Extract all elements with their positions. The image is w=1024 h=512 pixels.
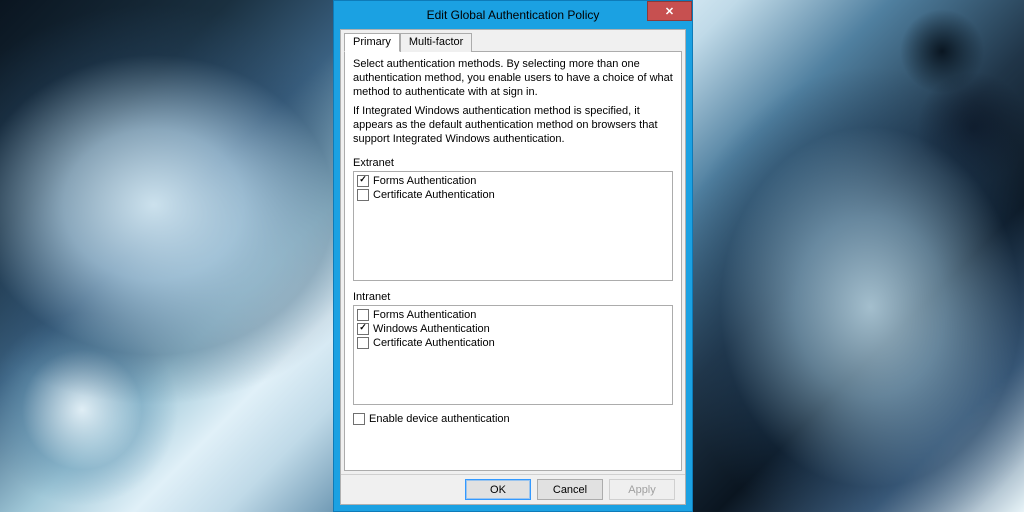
tab-page-primary: Select authentication methods. By select… [344, 51, 682, 471]
cancel-button[interactable]: Cancel [537, 479, 603, 500]
extranet-item-forms[interactable]: Forms Authentication [357, 174, 669, 188]
intranet-item-forms[interactable]: Forms Authentication [357, 308, 669, 322]
apply-button-label: Apply [628, 484, 656, 496]
checkbox-icon[interactable] [353, 413, 365, 425]
intranet-item-windows[interactable]: Windows Authentication [357, 322, 669, 336]
description-2: If Integrated Windows authentication met… [353, 105, 673, 146]
group-label-intranet: Intranet [353, 291, 673, 303]
tabstrip: Primary Multi-factor [341, 31, 685, 52]
extranet-item-certificate[interactable]: Certificate Authentication [357, 188, 669, 202]
cancel-button-label: Cancel [553, 484, 587, 496]
checkbox-icon[interactable] [357, 175, 369, 187]
intranet-item-label: Certificate Authentication [373, 336, 495, 350]
extranet-item-label: Forms Authentication [373, 174, 476, 188]
tab-multifactor-label: Multi-factor [409, 36, 463, 48]
dialog-edit-global-authentication-policy: Edit Global Authentication Policy ✕ Prim… [333, 0, 693, 512]
listbox-extranet[interactable]: Forms Authentication Certificate Authent… [353, 171, 673, 281]
checkbox-icon[interactable] [357, 337, 369, 349]
listbox-intranet[interactable]: Forms Authentication Windows Authenticat… [353, 305, 673, 405]
group-label-extranet: Extranet [353, 157, 673, 169]
intranet-item-label: Windows Authentication [373, 322, 490, 336]
dialog-button-row: OK Cancel Apply [341, 474, 685, 504]
checkbox-icon[interactable] [357, 309, 369, 321]
close-icon: ✕ [665, 5, 674, 18]
ok-button[interactable]: OK [465, 479, 531, 500]
apply-button: Apply [609, 479, 675, 500]
titlebar[interactable]: Edit Global Authentication Policy ✕ [334, 1, 692, 29]
checkbox-icon[interactable] [357, 189, 369, 201]
ok-button-label: OK [490, 484, 506, 496]
description-1: Select authentication methods. By select… [353, 58, 673, 99]
intranet-item-certificate[interactable]: Certificate Authentication [357, 336, 669, 350]
intranet-item-label: Forms Authentication [373, 308, 476, 322]
enable-device-authentication-label: Enable device authentication [369, 413, 510, 425]
dialog-body: Primary Multi-factor Select authenticati… [340, 29, 686, 505]
extranet-item-label: Certificate Authentication [373, 188, 495, 202]
spacer [353, 425, 673, 463]
tab-primary[interactable]: Primary [344, 33, 400, 52]
tab-primary-label: Primary [353, 36, 391, 48]
close-button[interactable]: ✕ [647, 1, 692, 21]
checkbox-icon[interactable] [357, 323, 369, 335]
dialog-title: Edit Global Authentication Policy [427, 8, 600, 22]
enable-device-authentication-row[interactable]: Enable device authentication [353, 413, 673, 425]
tab-multifactor[interactable]: Multi-factor [400, 33, 472, 52]
